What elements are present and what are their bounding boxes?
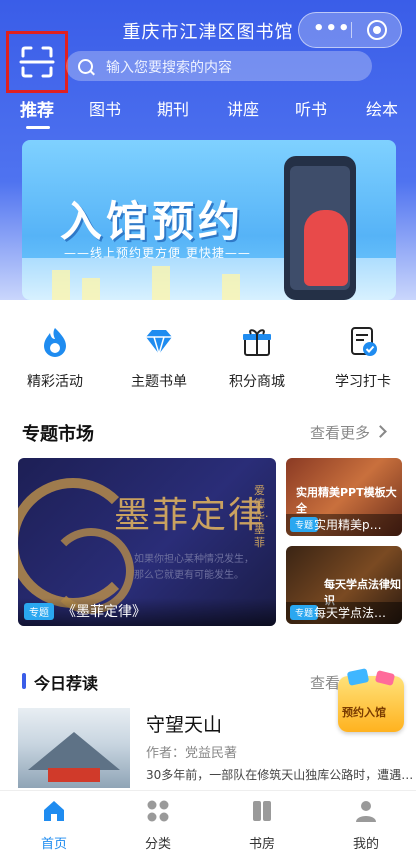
banner-subtitle: ——线上预约更方便 更快捷—— <box>64 246 251 260</box>
topic-card-ppt-templates[interactable]: 实用精美PPT模板大全 专题 实用精美p… <box>286 458 402 536</box>
card-caption-gradient <box>18 598 276 626</box>
quick-link-points-mall[interactable]: 积分商城 <box>212 325 302 391</box>
book-title[interactable]: 守望天山 <box>146 710 222 737</box>
close-miniprogram-icon[interactable] <box>367 20 387 40</box>
today-reading-title: 今日荐读 <box>34 674 99 693</box>
topic-tag: 专题 <box>24 603 54 620</box>
nav-category[interactable]: 分类 <box>118 799 198 852</box>
scan-icon[interactable] <box>9 34 65 90</box>
capsule-divider <box>351 22 352 38</box>
search-placeholder[interactable]: 输入您要搜索的内容 <box>106 57 232 77</box>
quick-link-label: 学习打卡 <box>335 374 391 390</box>
topic-card-caption: 每天学点法… <box>314 606 387 620</box>
active-tab-indicator <box>26 126 50 129</box>
cover-quote-line: 如果你担心某种情况发生， <box>134 554 254 565</box>
nav-label: 首页 <box>40 837 67 852</box>
quick-link-label: 精彩活动 <box>27 374 83 390</box>
cover-title: 实用精美PPT模板大全 <box>296 486 397 515</box>
checkin-icon <box>351 327 377 356</box>
user-icon <box>356 801 376 822</box>
banner-building <box>152 266 170 300</box>
cover-red-band <box>48 768 100 782</box>
tab-picture-books[interactable]: 绘本 <box>366 96 398 120</box>
tab-audiobooks[interactable]: 听书 <box>295 96 327 120</box>
view-more-label[interactable]: 查看更多 <box>310 424 370 442</box>
topic-card-caption: 《墨菲定律》 <box>62 604 146 620</box>
tab-recommend[interactable]: 推荐 <box>20 96 54 121</box>
cover-quote-line: 那么它就更有可能发生。 <box>134 570 244 581</box>
reservation-banner[interactable]: 入馆预约 ——线上预约更方便 更快捷—— <box>22 140 396 300</box>
category-icon <box>147 800 169 822</box>
bottom-navigation: 首页 分类 书房 我的 <box>0 790 416 858</box>
banner-person-illustration <box>304 210 348 286</box>
quick-link-checkin[interactable]: 学习打卡 <box>318 325 408 391</box>
chevron-right-icon <box>374 425 387 438</box>
cover-quote: 如果你担心某种情况发生， 那么它就更有可能发生。 <box>134 552 254 584</box>
book-author: 作者：党益民著 <box>146 746 238 761</box>
tab-lectures[interactable]: 讲座 <box>227 96 259 120</box>
bookshelf-icon <box>253 801 271 821</box>
flame-icon <box>44 328 66 357</box>
quick-link-booklists[interactable]: 主题书单 <box>114 325 204 391</box>
cover-mountain <box>28 732 120 770</box>
nav-profile[interactable]: 我的 <box>326 799 406 852</box>
book-description: 30多年前，一部队在修筑天山独库公路时，遭遇… <box>146 768 414 782</box>
mini-program-capsule[interactable]: ••• <box>298 12 402 48</box>
banner-building <box>52 270 70 300</box>
search-icon <box>78 59 93 74</box>
topic-card-murphy[interactable]: 墨菲定律 爱德华·墨菲 如果你担心某种情况发生， 那么它就更有可能发生。 专题 … <box>18 458 276 626</box>
floating-badge-label: 预约入馆 <box>342 706 386 719</box>
topics-view-more-link[interactable]: 查看更多 <box>310 422 387 443</box>
banner-building <box>82 278 100 300</box>
tab-books[interactable]: 图书 <box>89 96 121 120</box>
topic-card-law-knowledge[interactable]: 每天学点法律知识 专题 每天学点法… <box>286 546 402 624</box>
banner-building <box>222 274 240 300</box>
gift-icon <box>243 329 271 356</box>
nav-home[interactable]: 首页 <box>14 799 94 852</box>
search-bar[interactable]: 输入您要搜索的内容 <box>66 51 372 81</box>
home-icon <box>44 801 64 821</box>
banner-title: 入馆预约 <box>60 197 245 246</box>
section-accent-bar <box>22 673 26 689</box>
nav-bookshelf[interactable]: 书房 <box>222 799 302 852</box>
nav-label: 分类 <box>144 837 171 852</box>
scan-button-highlight[interactable] <box>6 31 68 93</box>
quick-link-label: 主题书单 <box>131 374 187 390</box>
tab-journals[interactable]: 期刊 <box>157 96 189 120</box>
cover-author-vertical: 爱德华·墨菲 <box>254 484 269 549</box>
book-cover[interactable] <box>18 708 130 788</box>
topics-section-title: 专题市场 <box>22 424 94 445</box>
quick-link-label: 积分商城 <box>229 374 285 390</box>
reservation-floating-badge[interactable]: 预约入馆 <box>334 668 408 748</box>
nav-label: 书房 <box>248 837 275 852</box>
topic-card-caption: 实用精美p… <box>314 518 382 532</box>
nav-label: 我的 <box>352 837 379 852</box>
category-tabs: 推荐 图书 期刊 讲座 听书 绘本 <box>0 96 416 132</box>
more-options-icon[interactable]: ••• <box>313 19 350 39</box>
quick-link-activities[interactable]: 精彩活动 <box>10 325 100 391</box>
cover-title: 墨菲定律 <box>114 495 267 536</box>
diamond-icon <box>146 330 172 357</box>
page-title: 重庆市江津区图书馆 <box>122 22 294 43</box>
